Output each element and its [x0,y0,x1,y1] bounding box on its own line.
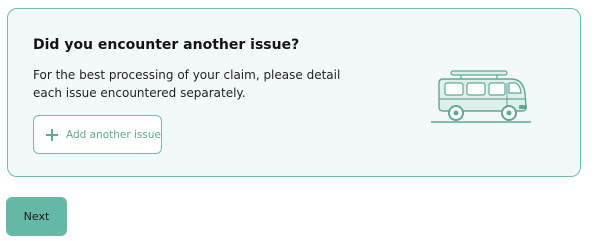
next-button[interactable]: Next [6,197,67,236]
camper-van-icon [431,70,531,123]
card-description: For the best processing of your claim, p… [33,68,341,100]
card-title: Did you encounter another issue? [33,37,300,53]
add-another-issue-button[interactable]: Add another issue [33,115,162,154]
plus-icon [44,127,60,143]
issue-card: Did you encounter another issue? For the… [7,8,581,177]
add-another-issue-label: Add another issue [65,128,161,141]
